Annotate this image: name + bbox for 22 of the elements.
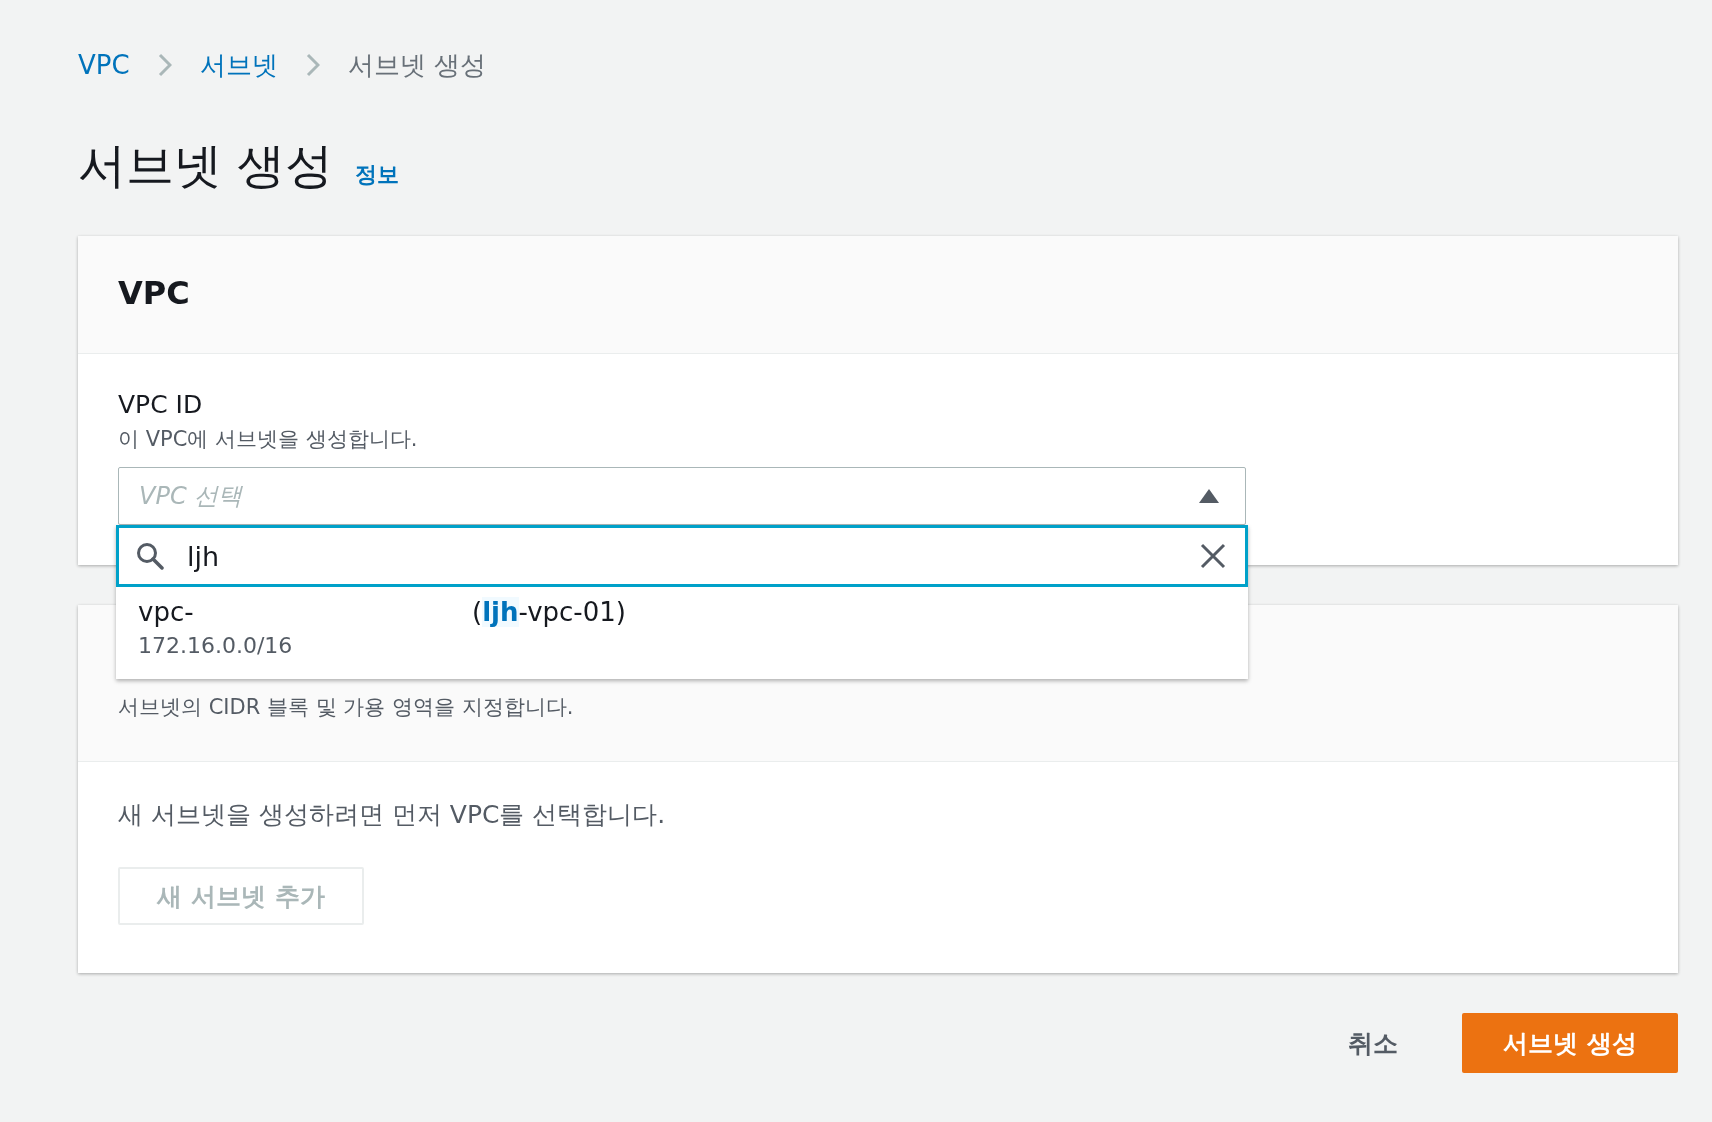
card-title: VPC xyxy=(118,274,191,312)
close-icon[interactable] xyxy=(1200,543,1226,569)
search-icon xyxy=(136,542,164,570)
create-subnet-button[interactable]: 서브넷 생성 xyxy=(1462,1013,1678,1073)
caret-icon xyxy=(1199,489,1219,503)
cancel-button[interactable]: 취소 xyxy=(1338,1018,1408,1068)
breadcrumb-link[interactable]: VPC xyxy=(78,50,130,80)
page-title: 서브넷 생성 xyxy=(78,136,334,195)
field-label: VPC ID xyxy=(118,390,204,419)
option-cidr: 172.16.0.0/16 xyxy=(138,633,294,658)
empty-message: 새 서브넷을 생성하려면 먼저 VPC를 선택합니다. xyxy=(118,799,667,831)
chevron-right-icon xyxy=(157,53,172,77)
card-description: 서브넷의 CIDR 블록 및 가용 영역을 지정합니다. xyxy=(118,694,575,721)
search-field[interactable]: ljh xyxy=(116,525,1248,587)
dropdown-option[interactable]: vpc- (ljh-vpc-01) 172.16.0.0/16 xyxy=(116,587,1248,679)
breadcrumb-link[interactable]: 서브넷 xyxy=(199,47,278,83)
info-link[interactable]: 정보 xyxy=(355,160,400,190)
option-id: vpc- xyxy=(138,597,195,627)
option-name: (ljh-vpc-01) xyxy=(472,597,626,627)
chevron-right-icon xyxy=(305,53,320,77)
field-description: 이 VPC에 서브넷을 생성합니다. xyxy=(118,426,419,453)
current-page-label: 서브넷 생성 xyxy=(347,48,486,82)
